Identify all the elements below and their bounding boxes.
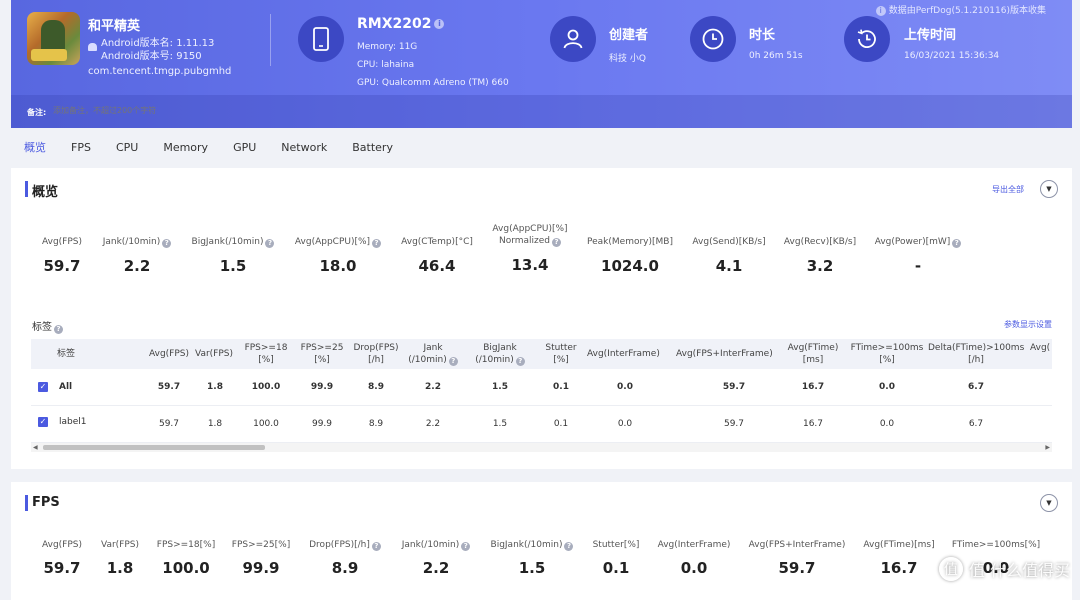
tab-network[interactable]: Network: [281, 140, 327, 158]
help-icon[interactable]: ?: [162, 239, 172, 248]
app-name: 和平精英: [88, 19, 141, 34]
watermark-logo: 值: [938, 557, 963, 581]
collapse-chevron-icon[interactable]: ▼: [1040, 494, 1058, 512]
table-row[interactable]: ✓ label1 59.7 1.8 100.0 99.9 8.9 2.2 1.5…: [31, 406, 1052, 443]
table-row[interactable]: ✓ All 59.7 1.8 100.0 99.9 8.9 2.2 1.5 0.…: [31, 369, 1052, 406]
help-icon[interactable]: ?: [265, 239, 275, 248]
table-header: 标签 Avg(FPS) Var(FPS) FPS>=18 [%] FPS>=25…: [31, 339, 1052, 369]
param-settings-link[interactable]: 参数显示设置: [1004, 319, 1052, 330]
col-header: Jank (/10min)?: [407, 342, 459, 366]
duration-value: 0h 26m 51s: [749, 51, 803, 61]
tab-cpu[interactable]: CPU: [116, 140, 138, 158]
col-header: Stutter [%]: [545, 343, 577, 365]
help-icon[interactable]: ?: [515, 357, 525, 366]
device-cpu: CPU: lahaina: [357, 60, 415, 70]
col-header: Avg(: [1030, 343, 1051, 353]
col-header: BigJank (/10min)?: [471, 342, 529, 366]
tab-battery[interactable]: Battery: [352, 140, 393, 158]
col-header: FTime>=100ms [%]: [850, 343, 924, 365]
col-header: 标签: [57, 349, 76, 359]
info-icon: i: [875, 5, 886, 16]
upload-title: 上传时间: [904, 28, 957, 43]
creator-title: 创建者: [609, 28, 649, 43]
duration-title: 时长: [749, 28, 776, 43]
scroll-right-icon[interactable]: ▶: [1045, 444, 1050, 451]
help-icon[interactable]: ?: [54, 325, 63, 334]
note-label: 备注:: [27, 108, 47, 117]
fps-title: FPS: [32, 495, 60, 510]
info-icon[interactable]: i: [434, 19, 445, 29]
tab-overview[interactable]: 概览: [24, 140, 46, 158]
scroll-thumb[interactable]: [43, 445, 265, 450]
user-icon: [550, 16, 596, 62]
upload-time: 16/03/2021 15:36:34: [904, 51, 1000, 61]
history-icon: [844, 16, 890, 62]
overview-card: 概览 导出全部 ▼ Avg(FPS) 59.7 Jank(/10min)? 2.…: [11, 168, 1072, 469]
app-version-code: Android版本号: 9150: [101, 51, 202, 62]
checkbox[interactable]: ✓: [38, 382, 48, 392]
watermark-text: 值 什么值得买: [968, 561, 1070, 580]
device-gpu: GPU: Qualcomm Adreno (TM) 660: [357, 78, 509, 88]
col-header: Avg(InterFrame): [587, 349, 660, 359]
col-header: Drop(FPS) [/h]: [353, 343, 399, 365]
device-model: RMX2202 i: [357, 16, 445, 32]
app-icon: [27, 12, 80, 65]
col-header: Delta(FTime)>100ms [/h]: [928, 343, 1025, 365]
checkbox[interactable]: ✓: [38, 417, 48, 427]
section-marker: [25, 181, 28, 197]
fps-card: FPS ▼ Avg(FPS) 59.7 Var(FPS) 1.8 FPS>=18[%…: [11, 482, 1072, 600]
help-icon[interactable]: ?: [952, 239, 962, 248]
scroll-left-icon[interactable]: ◀: [33, 444, 38, 451]
collapse-chevron-icon[interactable]: ▼: [1040, 180, 1058, 198]
tags-table: 标签 Avg(FPS) Var(FPS) FPS>=18 [%] FPS>=25…: [31, 339, 1052, 457]
export-all-link[interactable]: 导出全部: [992, 184, 1024, 195]
watermark: 值 值 什么值得买: [938, 557, 1070, 581]
col-header: Var(FPS): [195, 349, 234, 359]
col-header: FPS>=18 [%]: [244, 343, 288, 365]
note-bar: 备注:: [11, 95, 1072, 128]
tab-gpu[interactable]: GPU: [233, 140, 256, 158]
android-icon: [88, 43, 97, 51]
tab-bar: 概览 FPS CPU Memory GPU Network Battery: [24, 140, 418, 158]
note-input[interactable]: [53, 106, 353, 115]
col-header: Avg(FPS+InterFrame): [676, 349, 773, 359]
tab-fps[interactable]: FPS: [71, 140, 91, 158]
tab-memory[interactable]: Memory: [163, 140, 208, 158]
col-header: Avg(FPS): [149, 349, 190, 359]
col-header: FPS>=25 [%]: [300, 343, 344, 365]
collected-by: i 数据由PerfDog(5.1.210116)版本收集: [875, 3, 1046, 16]
col-header: Avg(FTime) [ms]: [787, 343, 839, 365]
app-version: Android版本名: 1.11.13 Android版本号: 9150: [101, 37, 214, 63]
app-package: com.tencent.tmgp.pubgmhd: [88, 66, 232, 77]
creator-name: 科技 小Q: [609, 54, 646, 64]
section-marker: [25, 495, 28, 511]
app-version-name: Android版本名: 1.11.13: [101, 38, 215, 49]
tags-title: 标签?: [32, 318, 63, 334]
overview-title: 概览: [32, 185, 59, 200]
phone-icon: [298, 16, 344, 62]
clock-icon: [690, 16, 736, 62]
help-icon[interactable]: ?: [448, 357, 458, 366]
help-icon[interactable]: ?: [552, 238, 562, 247]
help-icon[interactable]: ?: [461, 542, 471, 551]
divider: [270, 14, 271, 66]
report-header: 和平精英 Android版本名: 1.11.13 Android版本号: 915…: [11, 0, 1072, 128]
device-memory: Memory: 11G: [357, 42, 418, 52]
horizontal-scrollbar[interactable]: ◀ ▶: [31, 443, 1052, 452]
